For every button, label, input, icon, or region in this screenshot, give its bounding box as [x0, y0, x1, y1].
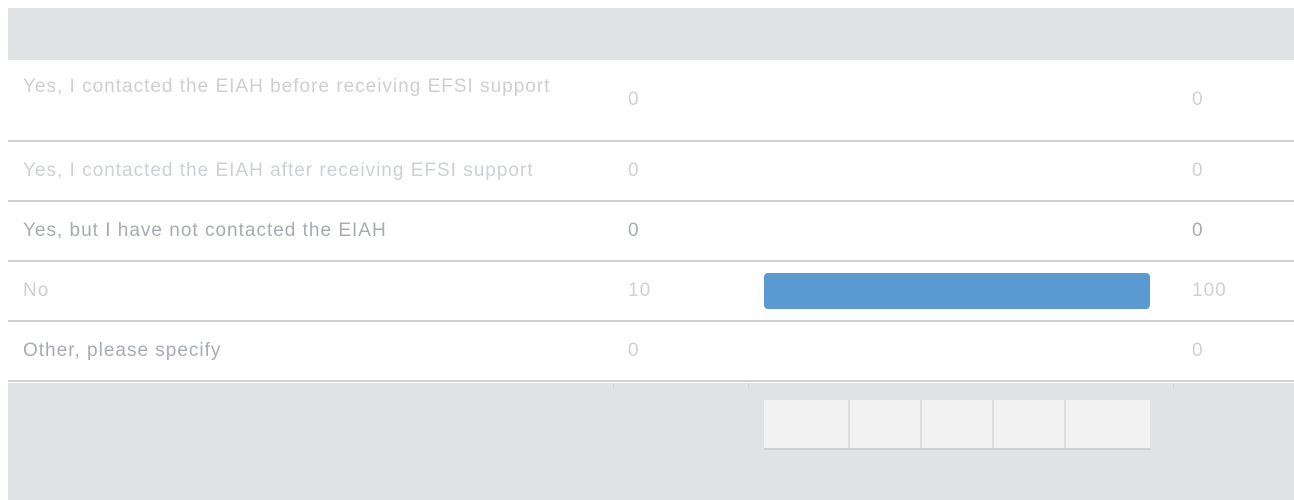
answer-percent: 0 — [1192, 220, 1204, 241]
answer-label: Yes, but I have not contacted the EIAH — [23, 220, 387, 241]
answer-label: Yes, I contacted the EIAH after receivin… — [23, 160, 534, 181]
answer-label: No — [23, 280, 50, 301]
answer-label: Yes, I contacted the EIAH before receivi… — [23, 76, 551, 97]
table-row: Other, please specify 0 0 — [8, 322, 1294, 382]
scale-segment — [994, 400, 1066, 448]
scale-segment — [1066, 400, 1150, 448]
answer-count: 0 — [628, 89, 640, 110]
table-header — [8, 8, 1294, 60]
answer-bar-track — [764, 60, 1150, 140]
table-body: Yes, I contacted the EIAH before receivi… — [8, 60, 1294, 382]
answer-bar-track — [764, 142, 1150, 200]
percent-scale — [764, 400, 1150, 450]
answer-bar — [764, 273, 1150, 309]
scale-segment — [850, 400, 922, 448]
answer-count: 0 — [628, 160, 640, 181]
answer-percent: 0 — [1192, 340, 1204, 361]
table-row: Yes, but I have not contacted the EIAH 0… — [8, 202, 1294, 262]
answer-bar-track — [764, 202, 1150, 260]
answer-count: 0 — [628, 220, 640, 241]
column-divider — [613, 383, 614, 389]
table-footer — [8, 383, 1294, 500]
table-row: No 10 100 — [8, 262, 1294, 322]
answer-percent: 0 — [1192, 160, 1204, 181]
results-table: Yes, I contacted the EIAH before receivi… — [8, 8, 1294, 500]
answer-bar-track — [764, 262, 1150, 320]
table-row: Yes, I contacted the EIAH after receivin… — [8, 142, 1294, 202]
table-row: Yes, I contacted the EIAH before receivi… — [8, 60, 1294, 142]
column-divider — [1173, 383, 1174, 389]
scale-segment — [922, 400, 994, 448]
answer-bar-track — [764, 322, 1150, 380]
scale-segment — [764, 400, 850, 448]
answer-percent: 0 — [1192, 89, 1204, 110]
answer-count: 0 — [628, 340, 640, 361]
answer-count: 10 — [628, 280, 652, 301]
column-divider — [748, 383, 749, 389]
answer-label: Other, please specify — [23, 340, 222, 361]
answer-percent: 100 — [1192, 280, 1227, 301]
